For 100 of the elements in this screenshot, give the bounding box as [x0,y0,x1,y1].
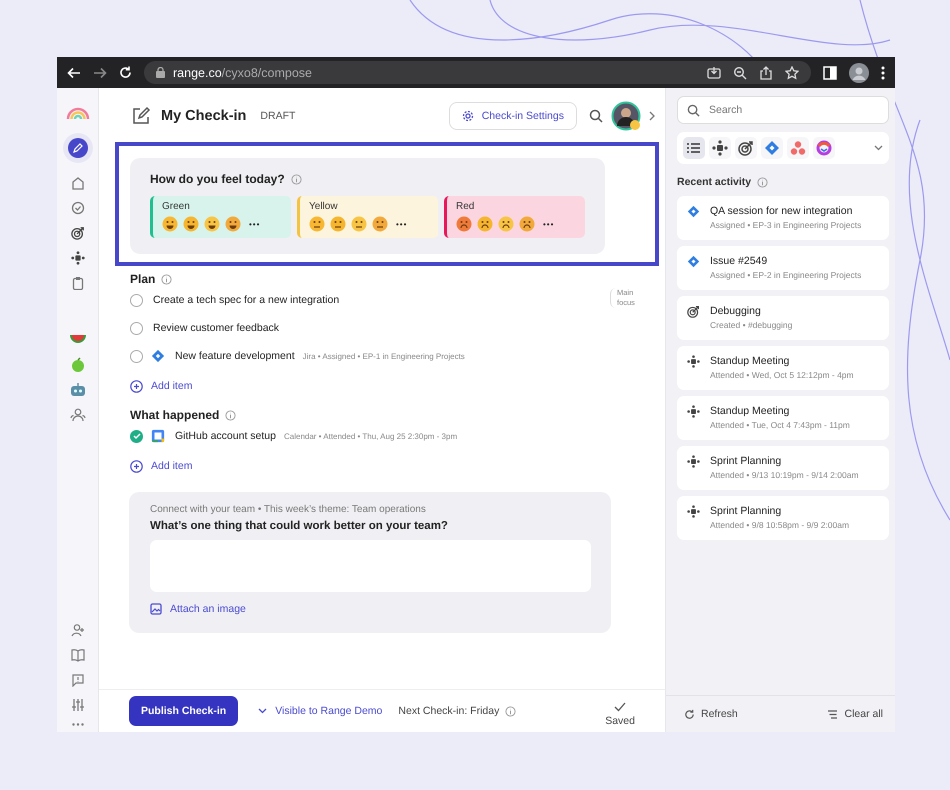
avatar-icon[interactable] [611,101,641,131]
sidebar-toggle-icon[interactable] [823,66,837,80]
mood-label: Red [456,201,476,212]
emoji-icon[interactable] [372,216,388,232]
activity-card[interactable]: Sprint Planning Attended • 9/13 10:19pm - 9/14 2:00am [677,446,889,490]
saved-status: Saved [605,714,635,726]
profile-avatar-icon[interactable] [849,62,869,82]
emoji-icon[interactable] [330,216,346,232]
zoom-icon[interactable] [733,66,747,80]
robot-icon[interactable] [70,383,86,397]
activity-card[interactable]: Sprint Planning Attended • 9/8 10:58pm - 9/9 2:00am [677,496,889,540]
checkmark-icon [614,702,626,712]
emoji-icon[interactable] [477,216,493,232]
activity-detail: Assigned • EP-3 in Engineering Projects [710,220,862,230]
feedback-icon[interactable] [70,673,84,687]
visibility-dropdown[interactable]: Visible to Range Demo [252,704,388,718]
activity-detail: Attended • 9/8 10:58pm - 9/9 2:00am [710,520,850,530]
settings-button[interactable]: Check-in Settings [448,102,577,130]
section-title: Recent activity [677,176,752,188]
filter-button[interactable] [709,137,731,159]
activity-title: Standup Meeting [710,405,790,417]
search-icon[interactable] [589,109,603,123]
activity-title: Debugging [710,305,762,317]
add-person-icon[interactable] [70,623,84,637]
more-emoji-button[interactable]: ••• [396,220,408,228]
activity-card[interactable]: Standup Meeting Attended • Wed, Oct 5 12:12pm - 4pm [677,346,889,390]
item-text: GitHub account setup [175,430,276,442]
people-icon[interactable] [70,408,86,422]
activity-title: Sprint Planning [710,505,782,517]
back-icon[interactable] [67,66,81,78]
book-icon[interactable] [70,648,84,662]
item-checkbox[interactable] [130,322,143,334]
publish-button[interactable]: Publish Check-in [129,696,238,726]
add-item-button[interactable]: Add item [130,370,192,402]
chevron-down-icon[interactable] [874,145,883,151]
item-checkbox[interactable] [130,294,143,306]
activity-title: Standup Meeting [710,355,790,367]
sliders-icon[interactable] [70,698,84,712]
refresh-button[interactable]: Refresh [678,707,744,721]
emoji-icon[interactable] [225,216,241,232]
plus-circle-icon [130,460,143,472]
compose-button[interactable] [68,138,88,158]
forward-icon[interactable] [93,66,107,78]
chevron-right-icon[interactable] [649,111,655,121]
share-icon[interactable] [759,66,773,80]
reload-icon[interactable] [119,66,132,79]
mood-option[interactable]: Red ••• [444,196,585,238]
check-circle-icon[interactable] [70,201,84,215]
item-checkbox[interactable] [130,350,143,362]
filter-button[interactable] [683,137,705,159]
install-icon[interactable] [707,66,721,80]
activity-card[interactable]: Debugging Created • #debugging [677,296,889,340]
watermelon-icon[interactable] [70,332,86,346]
activity-card[interactable]: Issue #2549 Assigned • EP-2 in Engineering Projects [677,246,889,290]
activity-detail: Attended • 9/13 10:19pm - 9/14 2:00am [710,470,859,480]
item-checkbox[interactable] [130,430,143,442]
plus-circle-icon [130,380,143,392]
emoji-icon[interactable] [456,216,472,232]
prompt-context: Connect with your team • This week’s theme: Team operations [150,504,427,515]
target-icon [738,140,754,156]
info-icon [161,274,172,284]
mood-option[interactable]: Yellow ••• [297,196,438,238]
info-icon [505,706,516,716]
item-text: New feature development [175,350,295,362]
emoji-icon[interactable] [162,216,178,232]
more-emoji-button[interactable]: ••• [249,220,260,228]
menu-icon[interactable] [881,66,885,80]
activity-detail: Created • #debugging [710,320,792,330]
attach-image-button[interactable]: Attach an image [150,603,246,615]
activity-title: Issue #2549 [710,255,768,267]
prompt-question: What’s one thing that could work better on your team? [150,520,449,532]
activity-card[interactable]: Standup Meeting Attended • Tue, Oct 4 7:43pm - 11pm [677,396,889,440]
filter-button[interactable] [735,137,757,159]
more-icon[interactable] [72,723,84,726]
emoji-icon[interactable] [519,216,535,232]
emoji-icon[interactable] [351,216,367,232]
star-icon[interactable] [785,66,799,80]
info-icon [757,176,768,188]
url-text: range.co/cyxo8/compose [173,66,313,80]
emoji-icon[interactable] [183,216,199,232]
diamond-icon [151,349,165,363]
activity-card[interactable]: QA session for new integration Assigned • EP-3 in Engineering Projects [677,196,889,240]
diamond-icon [687,205,700,218]
nodes-icon [687,455,700,468]
next-checkin-text: Next Check-in: Friday [398,705,500,717]
emoji-icon[interactable] [204,216,220,232]
emoji-icon[interactable] [498,216,514,232]
clear-all-button[interactable]: Clear all [821,707,889,721]
home-icon[interactable] [70,176,84,190]
search-field[interactable]: Search [677,96,889,124]
emoji-icon[interactable] [309,216,325,232]
address-bar[interactable]: range.co/cyxo8/compose [144,61,811,84]
mood-option[interactable]: Green ••• [150,196,291,238]
activity-detail: Attended • Tue, Oct 4 7:43pm - 11pm [710,420,850,430]
item-text: Create a tech spec for a new integration [153,294,340,306]
add-item-button[interactable]: Add item [130,450,192,482]
clipboard-icon[interactable] [70,276,84,290]
diamond-icon [687,255,700,268]
more-emoji-button[interactable]: ••• [543,220,554,228]
edit-icon [131,106,151,126]
